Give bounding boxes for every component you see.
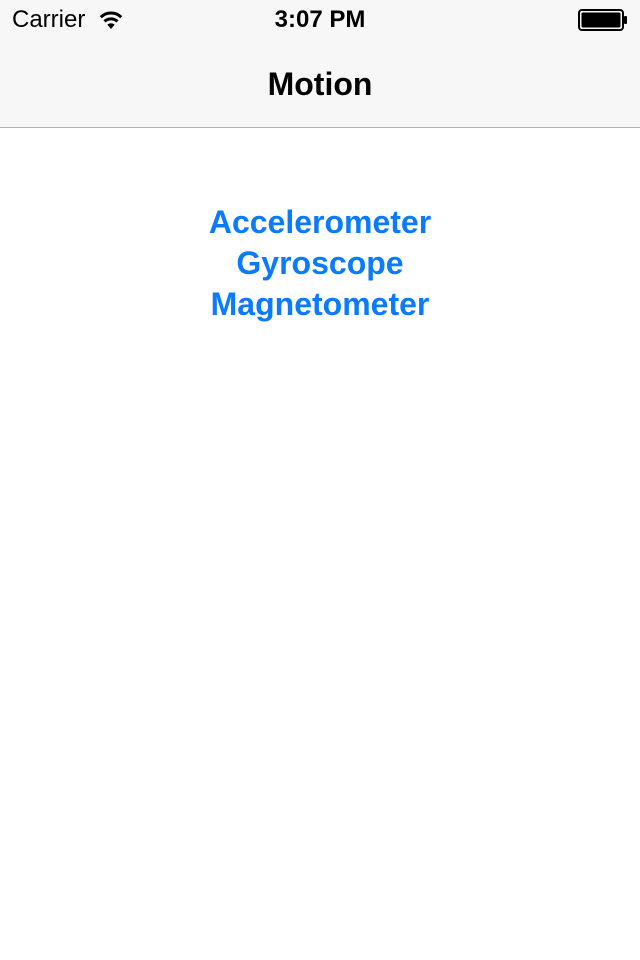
- gyroscope-link[interactable]: Gyroscope: [236, 243, 403, 284]
- top-bar: Carrier 3:07 PM Motion: [0, 0, 640, 128]
- status-time: 3:07 PM: [274, 6, 366, 33]
- battery-icon: [578, 9, 630, 31]
- status-bar: Carrier 3:07 PM: [0, 0, 640, 40]
- magnetometer-link[interactable]: Magnetometer: [211, 284, 430, 325]
- nav-title: Motion: [267, 66, 373, 102]
- sensor-menu: Accelerometer Gyroscope Magnetometer: [0, 202, 640, 325]
- accelerometer-link[interactable]: Accelerometer: [209, 202, 431, 243]
